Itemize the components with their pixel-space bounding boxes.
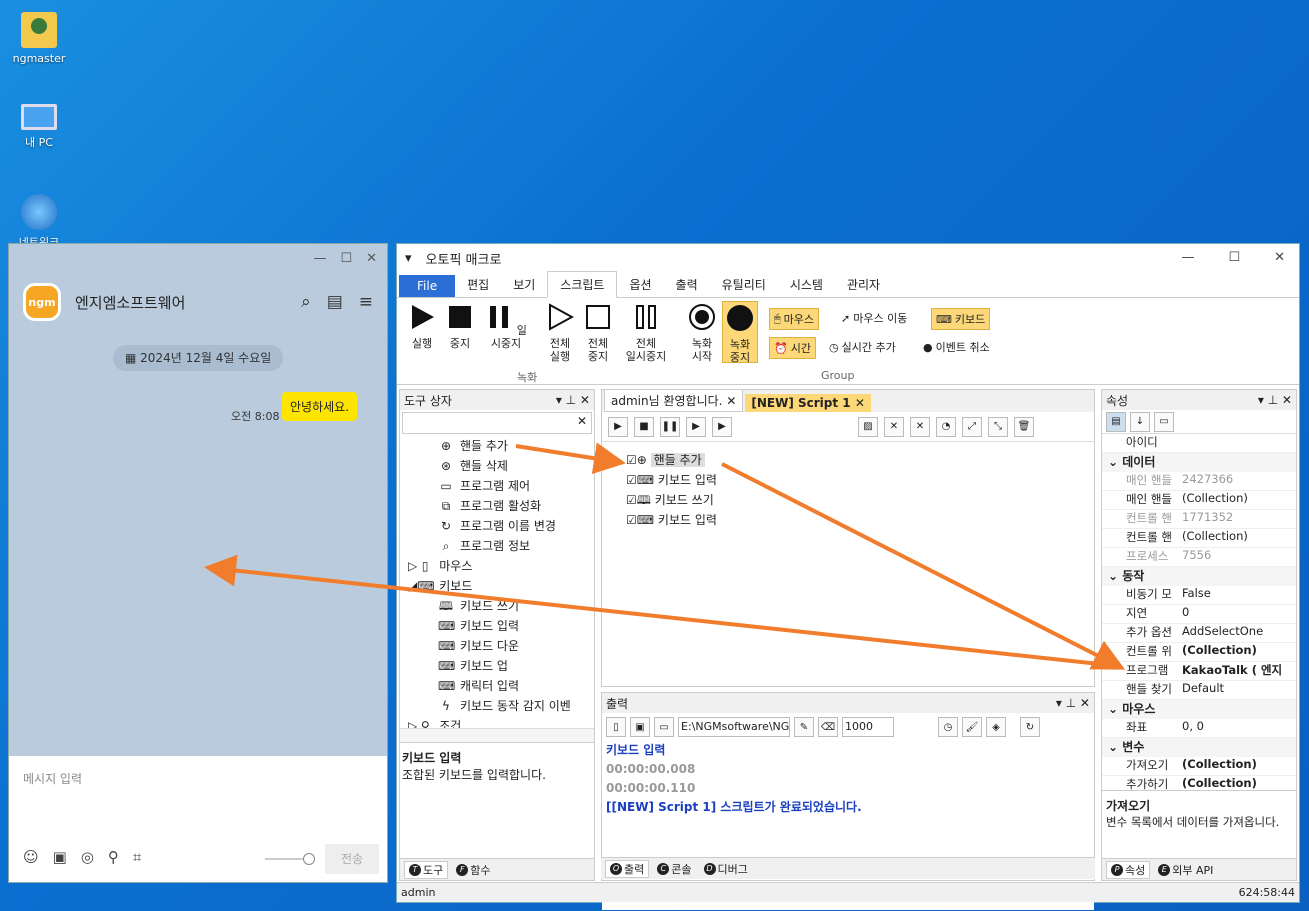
arrow-script-to-property xyxy=(721,462,1126,670)
arrow-property-to-chat xyxy=(204,554,1119,668)
annotation-arrows xyxy=(204,442,1126,670)
arrow-toolbox-to-script xyxy=(515,442,626,475)
